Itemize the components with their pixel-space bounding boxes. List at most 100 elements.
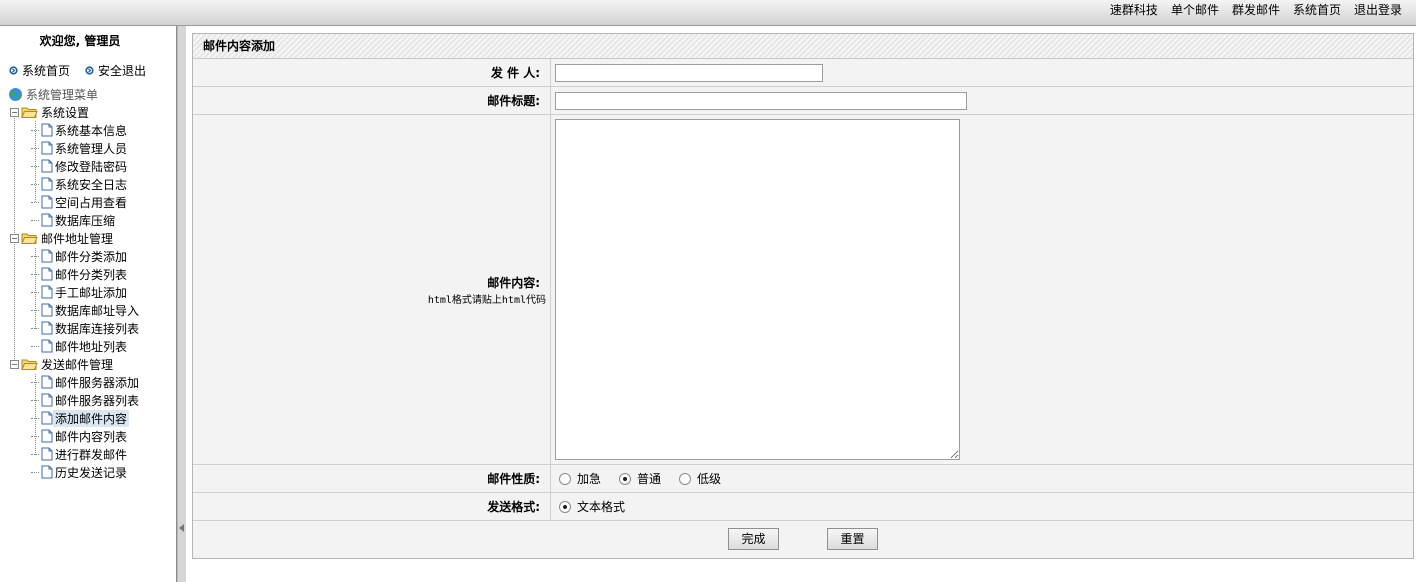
tree-item-mass-send[interactable]: 进行群发邮件 [0,445,176,463]
document-icon [41,141,53,155]
document-icon [41,303,53,317]
topnav-single-mail-link[interactable]: 单个邮件 [1171,1,1219,18]
tree-item-label: 邮件地址列表 [55,339,128,354]
tree-item-admins[interactable]: 系统管理人员 [0,139,176,157]
document-icon [41,321,53,335]
content-label: 邮件内容: [487,275,540,290]
top-nav: 速群科技 单个邮件 群发邮件 系统首页 退出登录 [1110,0,1402,18]
quick-link-logout-label: 安全退出 [98,64,147,78]
tree-item-db-compress[interactable]: 数据库压缩 [0,211,176,229]
tree-item-label: 系统管理人员 [55,141,128,156]
tree-root-label: 系统管理菜单 [26,87,99,102]
tree-item-label: 邮件分类列表 [55,267,128,282]
tree-item-manual-address-add[interactable]: 手工邮址添加 [0,283,176,301]
tree-group-system-settings[interactable]: − 系统设置 [0,103,176,121]
collapse-arrow-icon[interactable] [179,524,184,532]
tree-item-label: 进行群发邮件 [55,447,128,462]
welcome-text: 欢迎您, 管理员 [39,34,121,48]
tree-item-label: 邮件服务器列表 [55,393,140,408]
document-icon [41,375,53,389]
tree-item-category-list[interactable]: 邮件分类列表 [0,265,176,283]
topnav-company-link[interactable]: 速群科技 [1110,1,1158,18]
reset-button[interactable]: 重置 [827,528,878,550]
tree-group-label: 发送邮件管理 [41,357,114,372]
quick-link-home[interactable]: 系统首页 [9,62,70,79]
tree-item-send-history[interactable]: 历史发送记录 [0,463,176,481]
form-row-content: 邮件内容: html格式请贴上html代码 [193,115,1413,465]
quick-links: 系统首页 安全退出 [9,62,146,79]
document-icon [41,447,53,461]
tree-item-label: 数据库压缩 [55,213,116,228]
panel-title: 邮件内容添加 [193,34,1413,59]
document-icon [41,249,53,263]
tree-item-add-content[interactable]: 添加邮件内容 [0,409,176,427]
format-option-label: 文本格式 [577,500,626,514]
format-radio-text[interactable] [559,500,571,513]
tree-item-label: 数据库连接列表 [55,321,140,336]
document-icon [41,285,53,299]
document-icon [41,177,53,191]
collapse-icon[interactable]: − [10,233,19,243]
format-label: 发送格式: [193,493,551,520]
tree-item-server-add[interactable]: 邮件服务器添加 [0,373,176,391]
document-icon [41,195,53,209]
tree-item-content-list[interactable]: 邮件内容列表 [0,427,176,445]
tree-root[interactable]: 系统管理菜单 [0,85,176,103]
sidebar-splitter[interactable] [177,26,186,582]
content-textarea[interactable] [555,119,960,460]
format-radio-group: 文本格式 [555,498,639,515]
top-bar: 速群科技 单个邮件 群发邮件 系统首页 退出登录 [0,0,1416,26]
circle-arrow-icon [9,66,18,75]
priority-option-label: 加急 [577,472,602,486]
tree-item-space-usage[interactable]: 空间占用查看 [0,193,176,211]
tree-item-label: 邮件内容列表 [55,429,128,444]
collapse-icon[interactable]: − [10,107,19,117]
tree-item-label: 邮件分类添加 [55,249,128,264]
folder-open-icon [21,233,38,244]
document-icon [41,429,53,443]
tree-item-db-connection-list[interactable]: 数据库连接列表 [0,319,176,337]
document-icon [41,159,53,173]
tree-item-label-selected: 添加邮件内容 [53,409,130,427]
submit-button[interactable]: 完成 [728,528,779,550]
topnav-home-link[interactable]: 系统首页 [1293,1,1341,18]
tree-item-category-add[interactable]: 邮件分类添加 [0,247,176,265]
tree-item-server-list[interactable]: 邮件服务器列表 [0,391,176,409]
tree-group-address-management[interactable]: − 邮件地址管理 [0,229,176,247]
document-icon [41,123,53,137]
tree-item-db-import[interactable]: 数据库邮址导入 [0,301,176,319]
subject-input[interactable] [555,91,967,110]
form-row-priority: 邮件性质: 加急 普通 低级 [193,465,1413,493]
tree-item-system-info[interactable]: 系统基本信息 [0,121,176,139]
tree-group-label: 邮件地址管理 [41,231,114,246]
tree-item-label: 修改登陆密码 [55,159,128,174]
tree-item-change-password[interactable]: 修改登陆密码 [0,157,176,175]
menu-tree: 系统管理菜单 − 系统设置 系统基本信息 系统管理人员 修改登陆密码 系统安全日… [0,85,176,481]
form-row-format: 发送格式: 文本格式 [193,493,1413,521]
form-button-row: 完成 重置 [193,521,1413,556]
priority-radio-normal[interactable] [619,472,632,485]
collapse-icon[interactable]: − [10,359,19,369]
priority-radio-urgent[interactable] [559,472,571,485]
document-icon [41,393,53,407]
tree-item-security-log[interactable]: 系统安全日志 [0,175,176,193]
document-icon [41,267,53,281]
tree-item-label: 邮件服务器添加 [55,375,140,390]
sender-input[interactable] [555,63,823,82]
topnav-mass-mail-link[interactable]: 群发邮件 [1232,1,1280,18]
form-row-subject: 邮件标题: [193,87,1413,115]
document-icon [41,465,53,479]
tree-item-label: 历史发送记录 [55,465,128,480]
tree-item-label: 空间占用查看 [55,195,128,210]
folder-open-icon [21,107,38,118]
priority-label: 邮件性质: [193,465,551,492]
mail-content-form-panel: 邮件内容添加 发 件 人: 邮件标题: 邮件内容: html格式请贴上html代… [192,33,1414,559]
tree-item-label: 手工邮址添加 [55,285,128,300]
tree-item-address-list[interactable]: 邮件地址列表 [0,337,176,355]
topnav-logout-link[interactable]: 退出登录 [1354,1,1402,18]
quick-link-home-label: 系统首页 [22,64,71,78]
sidebar: 欢迎您, 管理员 系统首页 安全退出 系统管理菜单 − 系统设置 系统基本信息 … [0,26,177,582]
quick-link-logout[interactable]: 安全退出 [85,62,146,79]
priority-radio-low[interactable] [679,472,692,485]
tree-group-send-management[interactable]: − 发送邮件管理 [0,355,176,373]
